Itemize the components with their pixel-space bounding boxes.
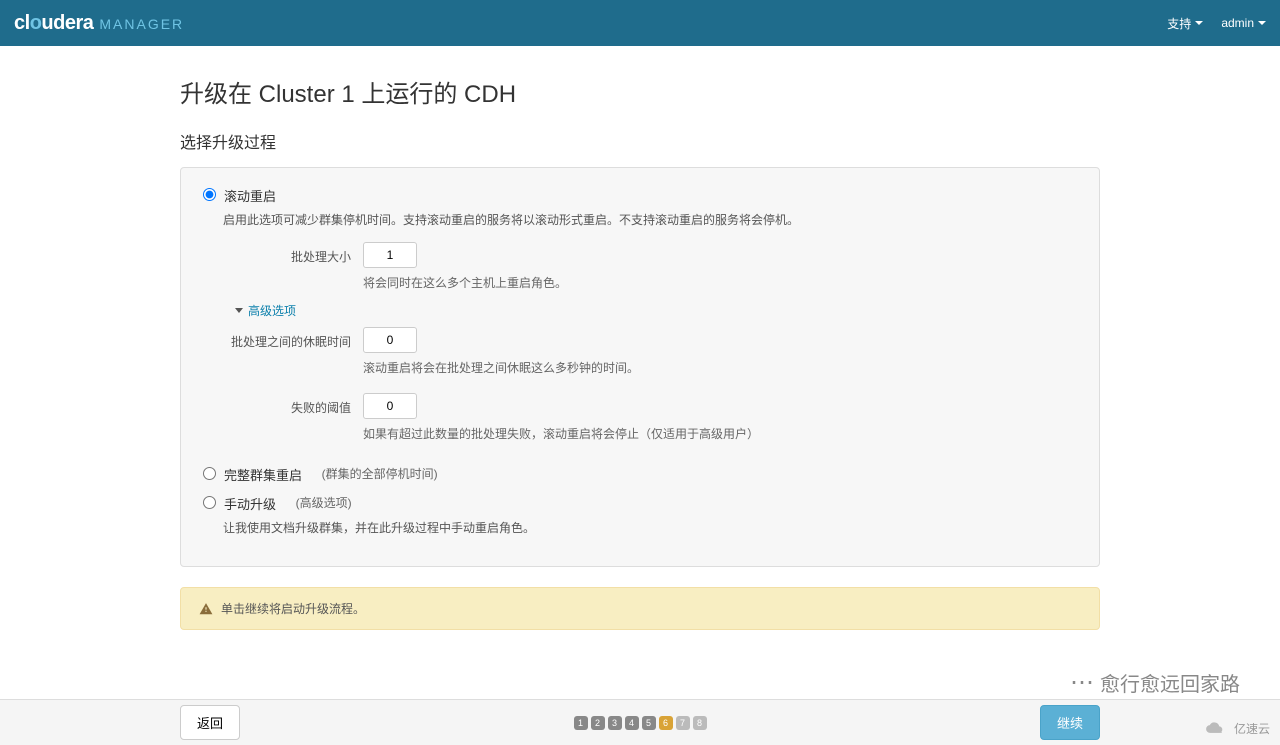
sleep-input[interactable] xyxy=(363,327,417,353)
step-2: 2 xyxy=(591,716,605,730)
radio-manual-hint: (高级选项) xyxy=(296,494,352,511)
admin-label: admin xyxy=(1221,16,1254,30)
back-button[interactable]: 返回 xyxy=(180,705,240,740)
warning-icon xyxy=(199,602,213,616)
wechat-text: 愈行愈远回家路 xyxy=(1100,668,1240,697)
fail-threshold-label: 失败的阈值 xyxy=(223,393,363,416)
sleep-label: 批处理之间的休眠时间 xyxy=(223,327,363,350)
option-manual: 手动升级 (高级选项) 让我使用文档升级群集，并在此升级过程中手动重启角色。 xyxy=(203,494,1077,538)
caret-down-icon xyxy=(1258,21,1266,25)
chevron-down-icon xyxy=(235,308,243,313)
step-7: 7 xyxy=(676,716,690,730)
radio-full-label: 完整群集重启 xyxy=(224,465,302,484)
step-8: 8 xyxy=(693,716,707,730)
main-content: 升级在 Cluster 1 上运行的 CDH 选择升级过程 滚动重启 启用此选项… xyxy=(180,46,1100,720)
continue-button[interactable]: 继续 xyxy=(1040,705,1100,740)
batch-size-input[interactable] xyxy=(363,242,417,268)
batch-size-help: 将会同时在这么多个主机上重启角色。 xyxy=(363,274,1077,292)
logo-main: cloudera xyxy=(14,12,93,35)
radio-full-hint: (群集的全部停机时间) xyxy=(322,465,438,482)
support-menu[interactable]: 支持 xyxy=(1167,15,1203,32)
top-navbar: cloudera MANAGER 支持 admin xyxy=(0,0,1280,46)
sleep-help: 滚动重启将会在批处理之间休眠这么多秒钟的时间。 xyxy=(363,359,1077,377)
page-subtitle: 选择升级过程 xyxy=(180,129,1100,153)
step-6: 6 xyxy=(659,716,673,730)
advanced-options-label: 高级选项 xyxy=(248,302,296,319)
option-rolling-restart: 滚动重启 启用此选项可减少群集停机时间。支持滚动重启的服务将以滚动形式重启。不支… xyxy=(203,186,1077,443)
step-4: 4 xyxy=(625,716,639,730)
alert-text: 单击继续将启动升级流程。 xyxy=(221,600,365,617)
page-title: 升级在 Cluster 1 上运行的 CDH xyxy=(180,74,1100,109)
fail-threshold-input[interactable] xyxy=(363,393,417,419)
step-5: 5 xyxy=(642,716,656,730)
admin-menu[interactable]: admin xyxy=(1221,16,1266,30)
step-1: 1 xyxy=(574,716,588,730)
logo[interactable]: cloudera MANAGER xyxy=(14,12,184,35)
batch-size-label: 批处理大小 xyxy=(223,242,363,265)
support-label: 支持 xyxy=(1167,15,1191,32)
fail-threshold-help: 如果有超过此数量的批处理失败，滚动重启将会停止（仅适用于高级用户） xyxy=(363,425,1077,443)
radio-rolling[interactable] xyxy=(203,188,216,201)
step-3: 3 xyxy=(608,716,622,730)
warning-alert: 单击继续将启动升级流程。 xyxy=(180,587,1100,630)
step-indicator: 12345678 xyxy=(574,716,707,730)
radio-full[interactable] xyxy=(203,467,216,480)
manual-desc: 让我使用文档升级群集，并在此升级过程中手动重启角色。 xyxy=(223,519,1077,538)
options-panel: 滚动重启 启用此选项可减少群集停机时间。支持滚动重启的服务将以滚动形式重启。不支… xyxy=(180,167,1100,567)
radio-manual[interactable] xyxy=(203,496,216,509)
wizard-footer: 返回 12345678 继续 xyxy=(0,699,1280,745)
radio-manual-label: 手动升级 xyxy=(224,494,276,513)
caret-down-icon xyxy=(1195,21,1203,25)
rolling-desc: 启用此选项可减少群集停机时间。支持滚动重启的服务将以滚动形式重启。不支持滚动重启… xyxy=(223,211,1077,230)
radio-rolling-label: 滚动重启 xyxy=(224,186,276,205)
advanced-options-toggle[interactable]: 高级选项 xyxy=(235,302,1077,319)
option-full-restart: 完整群集重启 (群集的全部停机时间) xyxy=(203,465,1077,484)
logo-sub: MANAGER xyxy=(99,16,184,32)
